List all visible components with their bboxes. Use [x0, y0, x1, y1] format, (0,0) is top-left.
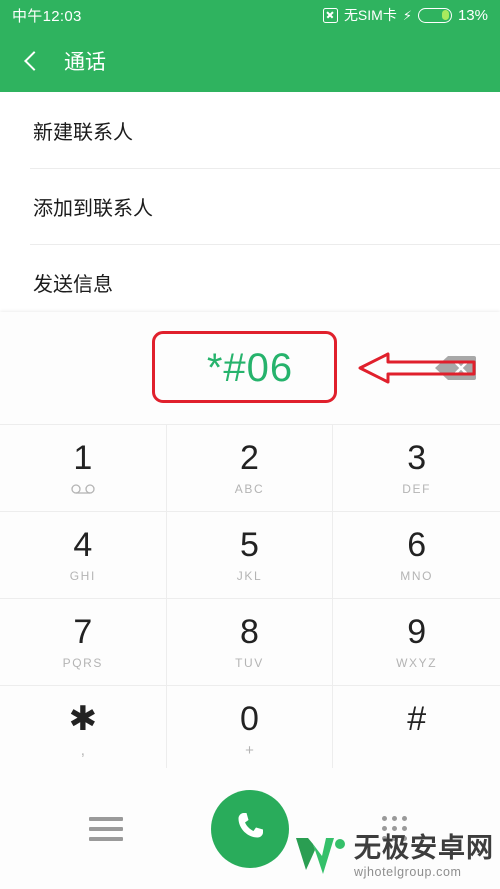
key-hash[interactable]: # [333, 686, 500, 773]
key-5[interactable]: 5 JKL [166, 512, 334, 599]
back-arrow-icon[interactable] [18, 48, 44, 74]
voicemail-icon [70, 483, 96, 496]
key-sub-label: JKL [236, 568, 263, 583]
key-sub-label: , [80, 741, 85, 759]
key-digit-label: 6 [407, 525, 427, 564]
menu-item-label: 添加到联系人 [33, 197, 153, 220]
keypad-grid: 1 2 ABC 3 DEF 4 GHI 5 JKL 6 MNO 7 PQRS 8… [0, 425, 500, 773]
hamburger-menu-icon [88, 816, 123, 841]
call-button[interactable] [211, 789, 289, 868]
menu-item-new-contact[interactable]: 新建联系人 [0, 92, 500, 168]
key-sub-label: GHI [69, 568, 96, 583]
charging-bolt-icon: ⚡ [402, 7, 412, 23]
status-clock: 中午12:03 [12, 7, 82, 25]
key-digit-label: 2 [240, 438, 259, 477]
key-sub-label: + [245, 741, 254, 759]
app-bar: 通话 [0, 30, 500, 92]
key-digit-label: 7 [73, 612, 93, 651]
battery-fill [442, 10, 450, 20]
key-3[interactable]: 3 DEF [333, 425, 500, 512]
key-digit-label: 3 [407, 438, 427, 477]
key-sub-label: DEF [402, 481, 432, 496]
no-sim-icon [322, 7, 338, 23]
key-digit-label: 8 [240, 612, 259, 651]
key-sub-label: ABC [234, 481, 265, 496]
key-8[interactable]: 8 TUV [166, 599, 334, 686]
key-digit-label: 4 [73, 525, 93, 564]
key-digit-label: 1 [73, 438, 93, 477]
context-menu-list: 新建联系人 添加到联系人 发送信息 [0, 92, 500, 322]
key-sub-label: PQRS [62, 655, 104, 670]
bottom-action-bar [0, 768, 500, 889]
key-7[interactable]: 7 PQRS [0, 599, 167, 686]
key-0[interactable]: 0 + [166, 686, 334, 773]
key-sub-label: MNO [400, 568, 434, 583]
key-digit-label: # [407, 699, 427, 738]
menu-item-label: 新建联系人 [33, 121, 133, 144]
key-digit-label: ✱ [68, 699, 98, 738]
dialer-panel: *#06 1 2 ABC 3 DEF 4 GHI 5 JKL 6 MNO 7 P… [0, 312, 500, 889]
menu-button[interactable] [0, 816, 211, 841]
battery-icon [417, 7, 452, 23]
key-6[interactable]: 6 MNO [333, 512, 500, 599]
dialed-number-display: *#06 [206, 345, 294, 390]
status-indicators: 无SIM卡 ⚡ 13% [322, 5, 488, 25]
phone-handset-icon [231, 807, 269, 850]
backspace-icon[interactable] [434, 354, 476, 382]
phone-screen: 中午12:03 无SIM卡 ⚡ 13% 通话 新建联系人 添加到联系人 发送信息… [0, 0, 500, 889]
key-1[interactable]: 1 [0, 425, 167, 512]
key-sub-label: WXYZ [396, 655, 438, 670]
status-bar: 中午12:03 无SIM卡 ⚡ 13% [0, 0, 500, 30]
key-star[interactable]: ✱ , [0, 686, 167, 773]
key-4[interactable]: 4 GHI [0, 512, 167, 599]
key-2[interactable]: 2 ABC [166, 425, 334, 512]
battery-percent-label: 13% [457, 6, 488, 24]
key-9[interactable]: 9 WXYZ [333, 599, 500, 686]
menu-item-label: 发送信息 [33, 273, 113, 296]
sim-status-label: 无SIM卡 [343, 7, 397, 23]
page-title: 通话 [64, 51, 106, 74]
keypad-toggle-button[interactable] [289, 816, 500, 841]
key-digit-label: 9 [407, 612, 427, 651]
key-sub-label: TUV [235, 655, 264, 670]
dialpad-grid-icon [381, 816, 408, 841]
key-digit-label: 5 [240, 525, 259, 564]
menu-item-add-to-contact[interactable]: 添加到联系人 [0, 168, 500, 244]
number-input-area[interactable]: *#06 [0, 312, 500, 425]
key-digit-label: 0 [240, 699, 259, 738]
menu-item-send-message[interactable]: 发送信息 [0, 244, 500, 320]
